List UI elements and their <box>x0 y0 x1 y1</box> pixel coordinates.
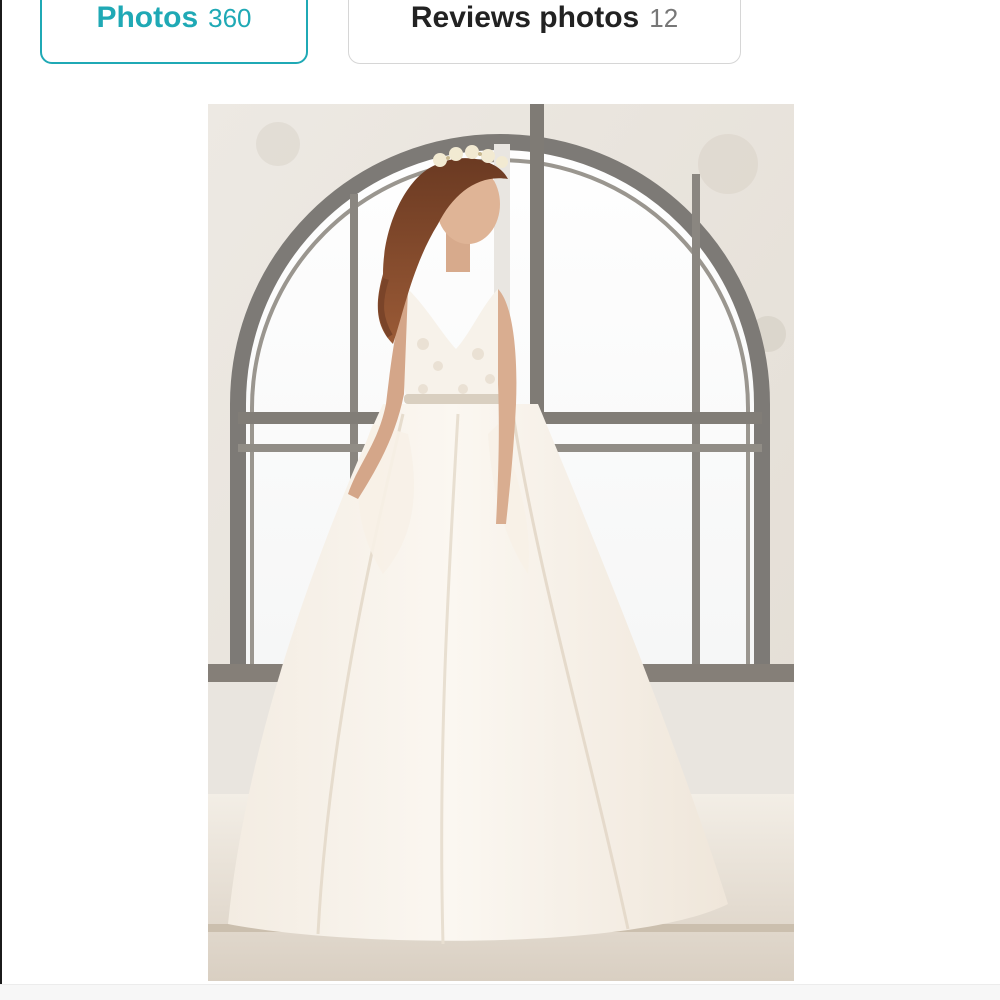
tab-photos-count: 360 <box>208 2 252 33</box>
left-edge-divider <box>0 0 2 1000</box>
gallery-page: Photos 360 Reviews photos 12 <box>0 0 1000 1000</box>
tab-reviews-photos[interactable]: Reviews photos 12 <box>348 0 741 64</box>
tab-reviews-photos-count: 12 <box>649 2 679 33</box>
bottom-divider <box>0 984 1000 1000</box>
tab-photos-label: Photos <box>96 1 199 34</box>
tab-reviews-photos-label: Reviews photos <box>410 1 640 34</box>
tab-photos[interactable]: Photos 360 <box>40 0 308 64</box>
gallery-photo[interactable] <box>208 104 794 981</box>
wedding-dress-photo <box>208 104 794 981</box>
